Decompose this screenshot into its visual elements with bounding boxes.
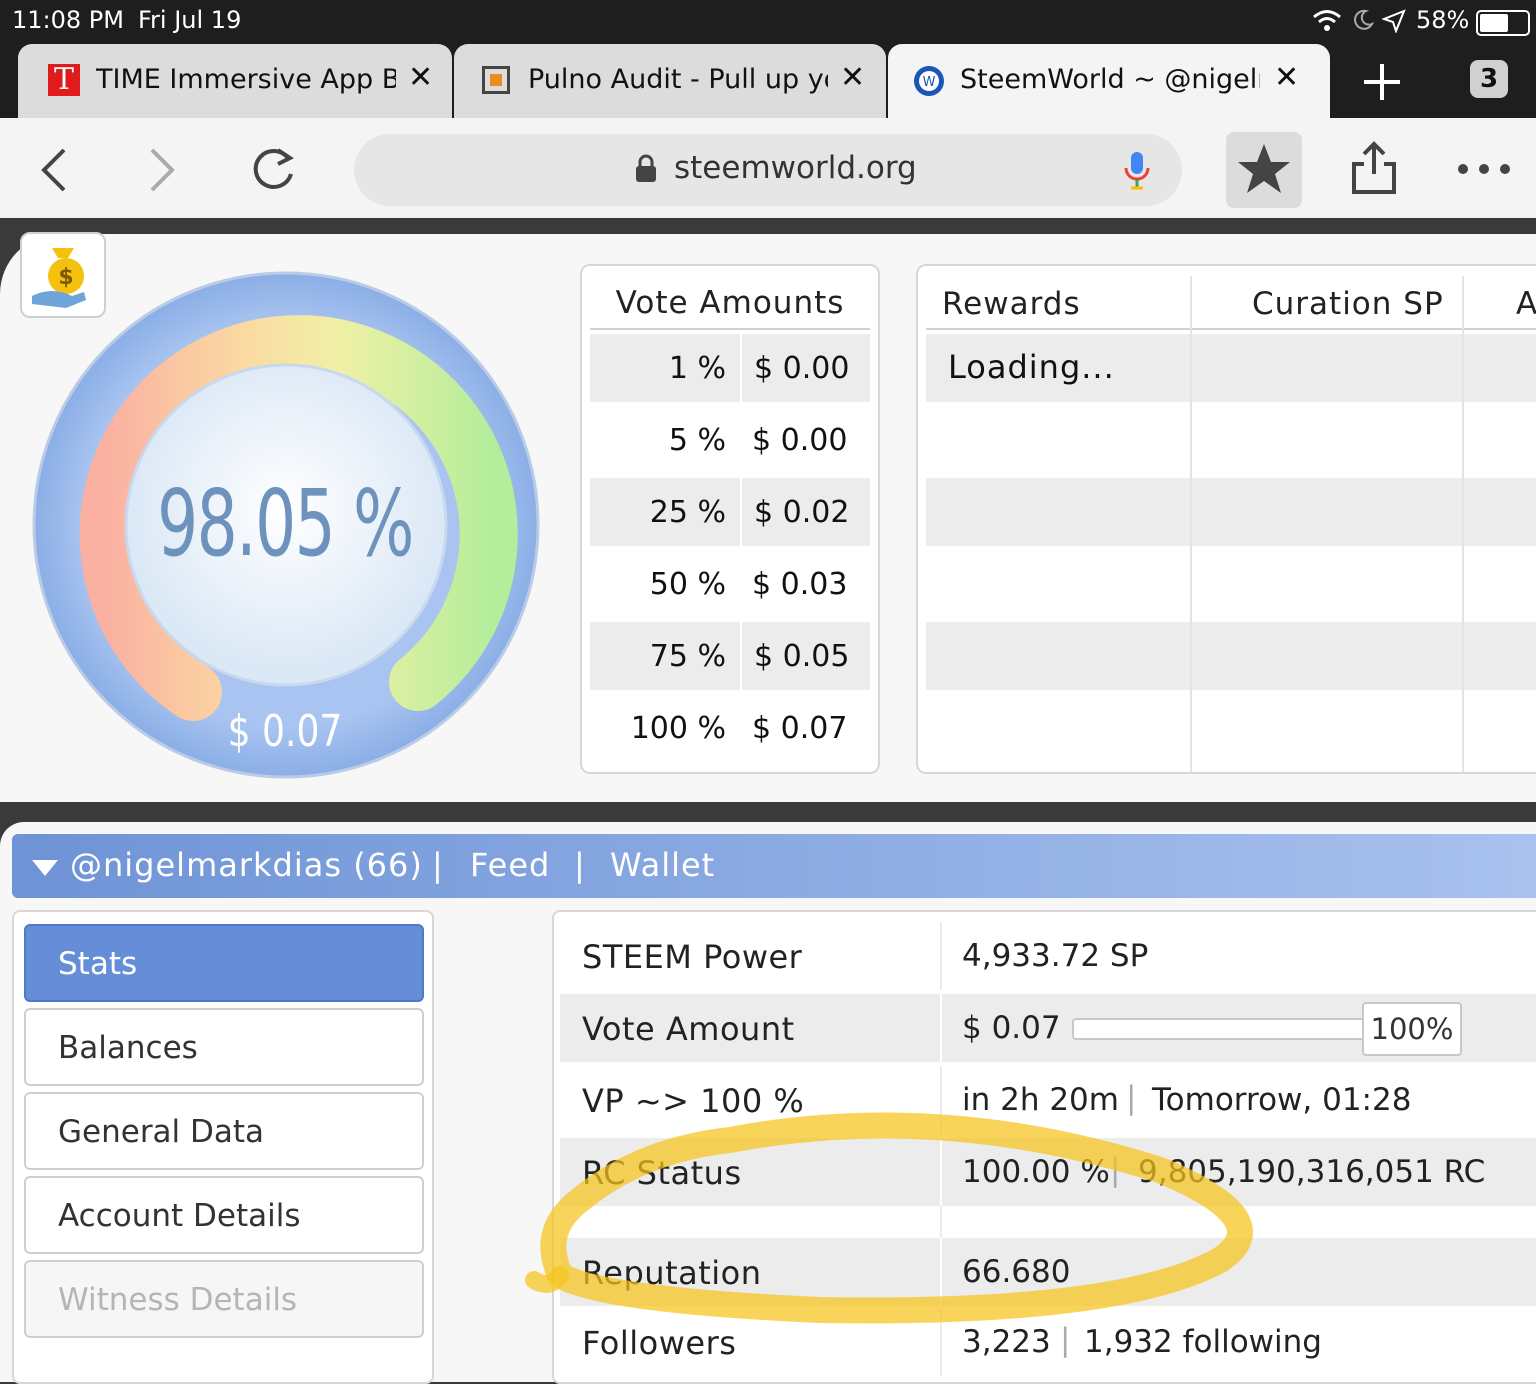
status-time: 11:08 PM [12, 6, 124, 34]
close-tab-icon[interactable]: ✕ [1274, 60, 1299, 95]
stat-value: 4,933.72 SP [962, 938, 1149, 974]
vote-amount-row: 50 % $ 0.03 [590, 550, 870, 618]
stat-label: Vote Amount [582, 1010, 795, 1048]
tab-pulno[interactable]: Pulno Audit - Pull up you ✕ [454, 44, 886, 118]
vote-pct: 25 % [649, 494, 726, 530]
nav-stats[interactable]: Stats [24, 924, 424, 1002]
svg-text:W: W [923, 75, 936, 90]
vote-pct: 1 % [668, 350, 726, 386]
reload-icon[interactable] [248, 144, 298, 194]
rewards-col-a: A [1516, 286, 1536, 322]
vote-usd: $ 0.00 [752, 422, 848, 458]
divider [940, 994, 942, 1062]
share-icon[interactable] [1350, 140, 1398, 196]
microphone-icon[interactable] [1122, 150, 1152, 192]
tab-title: SteemWorld ~ @nigelm [960, 64, 1260, 95]
more-menu-icon[interactable] [1456, 162, 1512, 176]
account-bar: @nigelmarkdias (66) | Feed | Wallet [12, 834, 1536, 898]
close-tab-icon[interactable]: ✕ [408, 60, 433, 95]
vote-pct: 50 % [649, 566, 726, 602]
vote-usd: $ 0.07 [752, 710, 848, 746]
nav-label: Stats [58, 946, 138, 982]
address-bar[interactable]: steemworld.org [354, 134, 1182, 206]
stats-row-vote-amount: Vote Amount $ 0.07 100% [560, 994, 1536, 1062]
close-tab-icon[interactable]: ✕ [840, 60, 865, 95]
rewards-row [926, 478, 1536, 546]
back-icon[interactable] [38, 146, 70, 194]
vote-usd: $ 0.00 [740, 334, 849, 402]
nav-account-details[interactable]: Account Details [24, 1176, 424, 1254]
rewards-col-rewards: Rewards [942, 286, 1081, 322]
url-text: steemworld.org [674, 150, 917, 186]
rewards-loading: Loading... [948, 348, 1115, 386]
vote-weight-input[interactable]: 100% [1362, 1002, 1462, 1056]
vote-usd: $ 0.03 [752, 566, 848, 602]
tab-strip: T TIME Immersive App Bri ✕ Pulno Audit -… [0, 44, 1536, 118]
chevron-down-icon[interactable] [30, 858, 60, 878]
bookmark-star-button[interactable] [1226, 132, 1302, 208]
vote-amounts-card: Vote Amounts 1 % $ 0.00 5 % $ 0.00 25 % … [580, 264, 880, 774]
stats-row-steem-power: STEEM Power 4,933.72 SP [560, 922, 1536, 990]
rewards-col-curation: Curation SP [1252, 286, 1444, 322]
separator: | [574, 846, 585, 884]
moon-icon [1354, 9, 1374, 30]
forward-icon[interactable] [146, 146, 178, 194]
nav-balances[interactable]: Balances [24, 1008, 424, 1086]
highlight-marker-circle [525, 1112, 1253, 1324]
lock-icon [636, 154, 656, 182]
vote-amount-row: 5 % $ 0.00 [590, 406, 870, 474]
battery-icon [1476, 10, 1530, 36]
vote-pct: 75 % [649, 638, 726, 674]
divider [940, 922, 942, 990]
vote-amount-row: 1 % $ 0.00 [590, 334, 870, 402]
time-logo-icon: T [48, 64, 80, 96]
vote-pct: 100 % [630, 710, 726, 746]
voting-power-percent: 98.05 % [157, 470, 414, 577]
tab-title: Pulno Audit - Pull up you [528, 64, 828, 95]
rewards-card: Rewards Curation SP A Loading... [916, 264, 1536, 774]
vote-amount-row: 100 % $ 0.07 [590, 694, 870, 762]
browser-toolbar: steemworld.org [0, 118, 1536, 218]
nav-label: General Data [58, 1114, 265, 1150]
column-divider [1190, 276, 1192, 772]
tab-steemworld[interactable]: W SteemWorld ~ @nigelm ✕ [888, 44, 1330, 118]
nav-label: Balances [58, 1030, 198, 1066]
vote-usd: $ 0.05 [740, 622, 849, 690]
nav-label: Account Details [58, 1198, 301, 1234]
vote-amounts-header: Vote Amounts [590, 276, 870, 330]
battery-percent: 58% [1416, 6, 1470, 34]
vote-usd: $ 0.02 [740, 478, 849, 546]
new-tab-icon[interactable] [1362, 62, 1402, 102]
nav-general-data[interactable]: General Data [24, 1092, 424, 1170]
gauge-vote-value: $ 0.07 [227, 706, 343, 757]
vote-pct: 5 % [668, 422, 726, 458]
status-bar: 11:08 PM Fri Jul 19 58% [0, 0, 1536, 44]
vote-weight-slider[interactable] [1072, 1018, 1366, 1040]
wifi-icon [1313, 10, 1341, 31]
separator: | [432, 846, 443, 884]
tab-title: TIME Immersive App Bri [96, 64, 396, 95]
star-icon [1238, 144, 1290, 193]
vote-amount-row: 75 % $ 0.05 [590, 622, 870, 690]
rewards-row [926, 622, 1536, 690]
column-divider [1462, 276, 1464, 772]
vote-amount-row: 25 % $ 0.02 [590, 478, 870, 546]
nav-witness-details[interactable]: Witness Details [24, 1260, 424, 1338]
feed-link[interactable]: Feed [470, 846, 550, 884]
account-name-link[interactable]: @nigelmarkdias (66) [70, 846, 423, 884]
tab-count-button[interactable]: 3 [1470, 60, 1508, 98]
stat-label: STEEM Power [582, 938, 803, 976]
wallet-link[interactable]: Wallet [610, 846, 715, 884]
steem-icon: W [914, 66, 944, 96]
location-arrow-icon [1382, 9, 1406, 33]
tab-time[interactable]: T TIME Immersive App Bri ✕ [18, 44, 452, 118]
rewards-row: Loading... [926, 334, 1536, 402]
nav-label: Witness Details [58, 1282, 298, 1318]
pulno-icon [482, 66, 510, 94]
status-date: Fri Jul 19 [138, 6, 242, 34]
stat-value: $ 0.07 [962, 1010, 1061, 1046]
rewards-header: Rewards Curation SP A [926, 276, 1536, 330]
